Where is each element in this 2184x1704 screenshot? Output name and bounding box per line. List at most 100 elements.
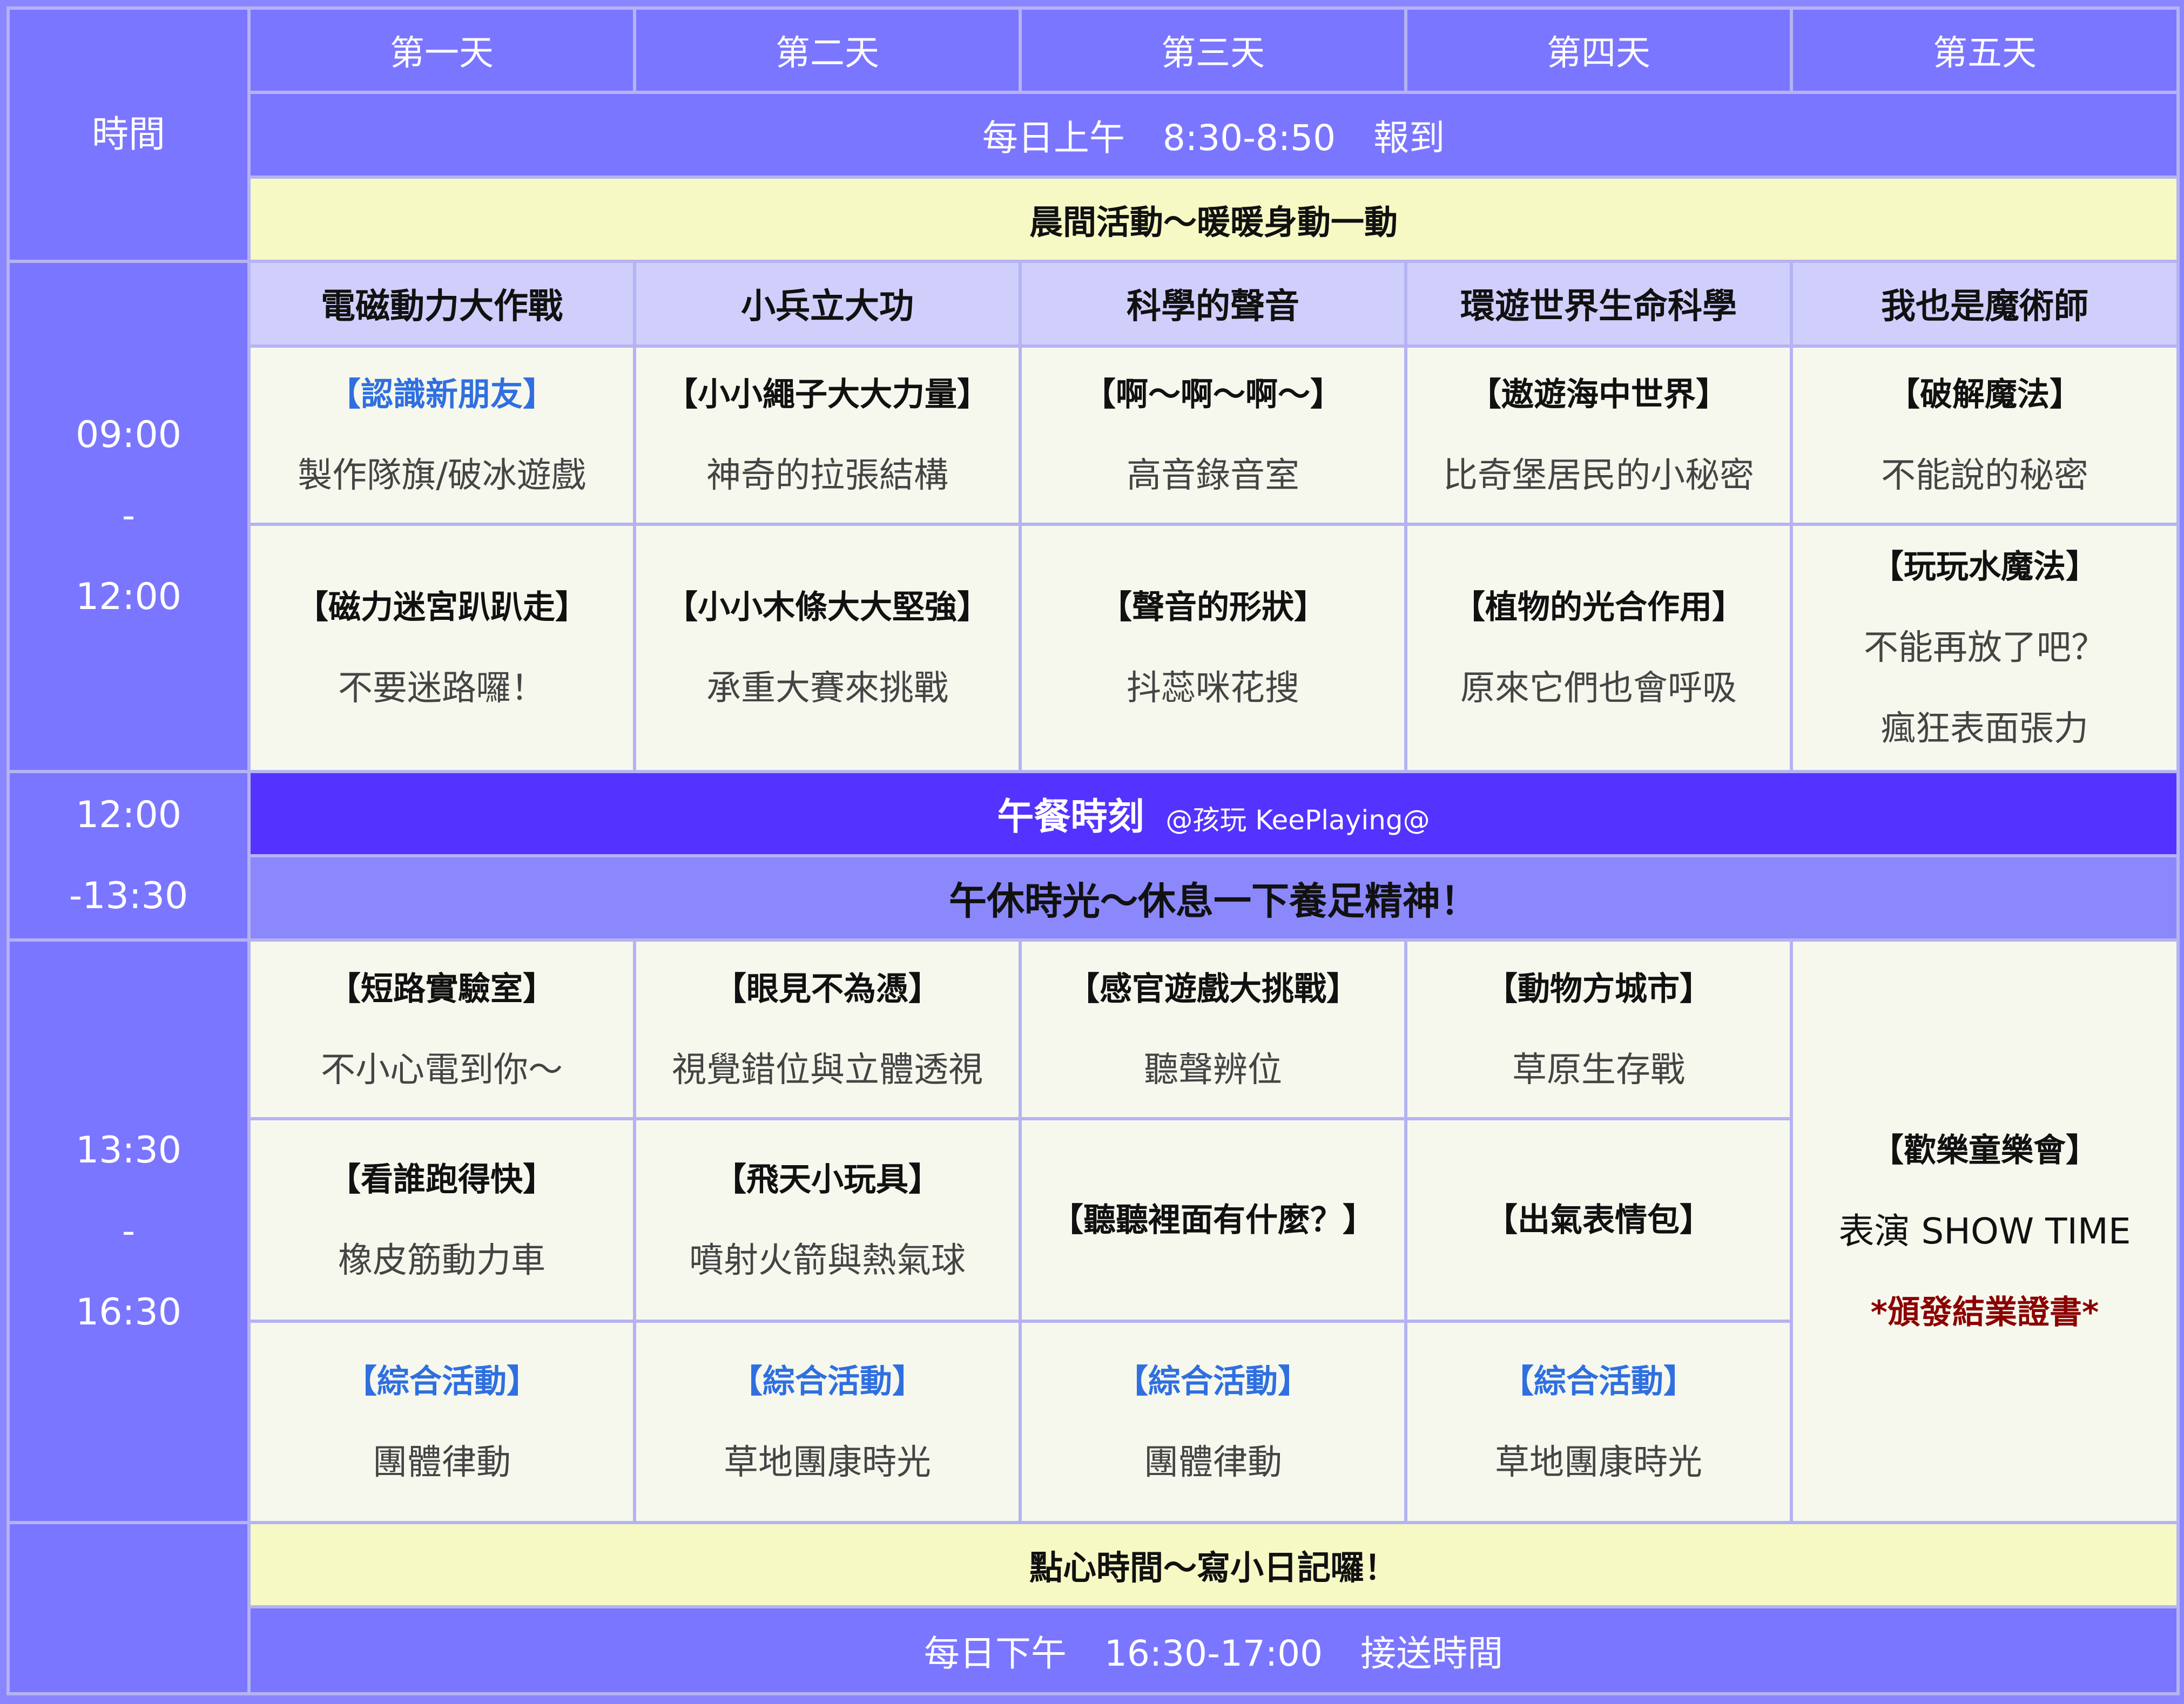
session-title: 【感官遊戲大挑戰】 bbox=[1067, 970, 1359, 1008]
session-title: 【聲音的形狀】 bbox=[1100, 588, 1326, 626]
morning-activity-row: 晨間活動～暖暖身動一動 bbox=[247, 175, 2180, 263]
session-desc: 原來它們也會呼吸 bbox=[1460, 668, 1737, 708]
session-desc: 草原生存戰 bbox=[1512, 1050, 1685, 1090]
session-desc: 草地團康時光 bbox=[1495, 1442, 1702, 1483]
afternoon-time: 13:30 - 16:30 bbox=[6, 938, 251, 1525]
day-header-4: 第四天 bbox=[1404, 6, 1793, 94]
afternoon-session-day2-b: 【飛天小玩具】 噴射火箭與熱氣球 bbox=[633, 1117, 1022, 1323]
lunch-title: 午餐時刻 bbox=[997, 796, 1144, 839]
morning-session-day4-a: 【遨遊海中世界】 比奇堡居民的小秘密 bbox=[1404, 344, 1793, 526]
morning-session-day1-b: 【磁力迷宮趴趴走】 不要迷路囉！ bbox=[247, 523, 636, 773]
afternoon-session-day4-c: 【綜合活動】 草地團康時光 bbox=[1404, 1320, 1793, 1525]
session-desc-2: 瘋狂表面張力 bbox=[1881, 708, 2088, 749]
session-desc: 比奇堡居民的小秘密 bbox=[1443, 455, 1754, 496]
session-desc: 不能說的秘密 bbox=[1881, 455, 2088, 496]
afternoon-session-day2-c: 【綜合活動】 草地團康時光 bbox=[633, 1320, 1022, 1525]
morning-time-end: 12:00 bbox=[76, 576, 181, 619]
theme-day-4: 環遊世界生命科學 bbox=[1404, 260, 1793, 348]
checkin-label: 報到 bbox=[1373, 117, 1445, 159]
session-title: 【綜合活動】 bbox=[730, 1362, 925, 1401]
afternoon-session-day1-a: 【短路實驗室】 不小心電到你～ bbox=[247, 938, 636, 1121]
session-title: 【小小繩子大大力量】 bbox=[665, 375, 989, 414]
rest-row: 午休時光～休息一下養足精神！ bbox=[247, 854, 2180, 942]
afternoon-session-day1-b: 【看誰跑得快】 橡皮筋動力車 bbox=[247, 1117, 636, 1323]
finale-session-day5: 【歡樂童樂會】 表演 SHOW TIME *頒發結業證書* bbox=[1790, 938, 2180, 1525]
session-title: 【聽聽裡面有什麼？】 bbox=[1051, 1201, 1375, 1239]
afternoon-time-end: 16:30 bbox=[76, 1290, 181, 1334]
afternoon-session-day3-c: 【綜合活動】 團體律動 bbox=[1019, 1320, 1407, 1525]
session-title: 【動物方城市】 bbox=[1485, 970, 1712, 1008]
theme-day-3: 科學的聲音 bbox=[1019, 260, 1407, 348]
day-header-3: 第三天 bbox=[1019, 6, 1407, 94]
session-title: 【小小木條大大堅強】 bbox=[665, 588, 989, 626]
session-title: 【綜合活動】 bbox=[345, 1362, 539, 1401]
session-desc: 製作隊旗/破冰遊戲 bbox=[298, 455, 586, 496]
time-header-label: 時間 bbox=[91, 113, 165, 156]
session-desc: 承重大賽來挑戰 bbox=[706, 668, 948, 708]
session-desc: 聽聲辨位 bbox=[1144, 1050, 1282, 1090]
afternoon-session-day4-b: 【出氣表情包】 bbox=[1404, 1117, 1793, 1323]
session-desc: 噴射火箭與熱氣球 bbox=[689, 1240, 966, 1281]
session-title: 【綜合活動】 bbox=[1116, 1362, 1310, 1401]
afternoon-session-day1-c: 【綜合活動】 團體律動 bbox=[247, 1320, 636, 1525]
morning-session-day5-a: 【破解魔法】 不能說的秘密 bbox=[1790, 344, 2180, 526]
finale-title: 【歡樂童樂會】 bbox=[1871, 1131, 2098, 1169]
session-title: 【遨遊海中世界】 bbox=[1469, 375, 1728, 414]
afternoon-session-day3-b: 【聽聽裡面有什麼？】 bbox=[1019, 1117, 1407, 1323]
morning-session-day1-a: 【認識新朋友】 製作隊旗/破冰遊戲 bbox=[247, 344, 636, 526]
session-desc: 不能再放了吧？ bbox=[1864, 627, 2106, 668]
session-title: 【短路實驗室】 bbox=[328, 970, 555, 1008]
morning-time: 09:00 - 12:00 bbox=[6, 260, 251, 773]
session-desc: 團體律動 bbox=[1144, 1442, 1282, 1483]
afternoon-time-start: 13:30 bbox=[76, 1128, 181, 1172]
session-desc: 團體律動 bbox=[373, 1442, 511, 1483]
session-title: 【破解魔法】 bbox=[1888, 375, 2082, 414]
theme-day-5: 我也是魔術師 bbox=[1790, 260, 2180, 348]
session-desc: 視覺錯位與立體透視 bbox=[672, 1050, 983, 1090]
snack-row: 點心時間～寫小日記囉！ bbox=[247, 1521, 2180, 1609]
pickup-time: 16:30-17:00 bbox=[1104, 1632, 1323, 1674]
theme-day-2: 小兵立大功 bbox=[633, 260, 1022, 348]
morning-session-day3-a: 【啊～啊～啊～】 高音錄音室 bbox=[1019, 344, 1407, 526]
theme-day-1: 電磁動力大作戰 bbox=[247, 260, 636, 348]
session-title: 【磁力迷宮趴趴走】 bbox=[296, 588, 588, 626]
morning-time-sep: - bbox=[122, 495, 136, 538]
session-title: 【綜合活動】 bbox=[1501, 1362, 1696, 1401]
morning-time-start: 09:00 bbox=[76, 414, 181, 457]
lunch-row: 午餐時刻 @孩玩 KeePlaying@ bbox=[247, 769, 2180, 857]
session-title: 【看誰跑得快】 bbox=[328, 1160, 555, 1199]
lunch-time-start: 12:00 bbox=[76, 793, 181, 836]
afternoon-session-day3-a: 【感官遊戲大挑戰】 聽聲辨位 bbox=[1019, 938, 1407, 1121]
finale-note: *頒發結業證書* bbox=[1870, 1293, 2099, 1331]
afternoon-time-sep: - bbox=[122, 1209, 136, 1253]
finale-show: 表演 SHOW TIME bbox=[1838, 1210, 2131, 1252]
session-title: 【出氣表情包】 bbox=[1485, 1201, 1712, 1239]
lunch-credit: @孩玩 KeePlaying@ bbox=[1165, 804, 1430, 836]
lunch-time-end: -13:30 bbox=[69, 874, 188, 917]
morning-session-day4-b: 【植物的光合作用】 原來它們也會呼吸 bbox=[1404, 523, 1793, 773]
session-title: 【認識新朋友】 bbox=[328, 375, 555, 414]
checkin-row: 每日上午 8:30-8:50 報到 bbox=[247, 91, 2180, 179]
schedule-table: 時間 第一天 第二天 第三天 第四天 第五天 每日上午 8:30-8:50 報到 晨… bbox=[6, 6, 2180, 1695]
session-desc: 抖蕊咪花搜 bbox=[1127, 668, 1299, 708]
checkin-time: 8:30-8:50 bbox=[1162, 117, 1336, 159]
day-header-1: 第一天 bbox=[247, 6, 636, 94]
day-header-5: 第五天 bbox=[1790, 6, 2180, 94]
pickup-prefix: 每日下午 bbox=[924, 1632, 1067, 1674]
checkin-prefix: 每日上午 bbox=[982, 117, 1125, 159]
pickup-row: 每日下午 16:30-17:00 接送時間 bbox=[247, 1605, 2180, 1695]
morning-session-day5-b: 【玩玩水魔法】 不能再放了吧？ 瘋狂表面張力 bbox=[1790, 523, 2180, 773]
session-desc: 高音錄音室 bbox=[1127, 455, 1299, 496]
afternoon-session-day4-a: 【動物方城市】 草原生存戰 bbox=[1404, 938, 1793, 1121]
session-title: 【玩玩水魔法】 bbox=[1871, 547, 2098, 586]
time-header: 時間 bbox=[6, 6, 251, 263]
morning-session-day2-a: 【小小繩子大大力量】 神奇的拉張結構 bbox=[633, 344, 1022, 526]
session-desc: 不小心電到你～ bbox=[321, 1050, 563, 1090]
session-desc: 不要迷路囉！ bbox=[338, 668, 545, 708]
session-desc: 橡皮筋動力車 bbox=[338, 1240, 545, 1281]
morning-session-day3-b: 【聲音的形狀】 抖蕊咪花搜 bbox=[1019, 523, 1407, 773]
footer-time-blank bbox=[6, 1521, 251, 1695]
day-header-2: 第二天 bbox=[633, 6, 1022, 94]
session-desc: 神奇的拉張結構 bbox=[706, 455, 948, 496]
pickup-label: 接送時間 bbox=[1360, 1632, 1504, 1674]
